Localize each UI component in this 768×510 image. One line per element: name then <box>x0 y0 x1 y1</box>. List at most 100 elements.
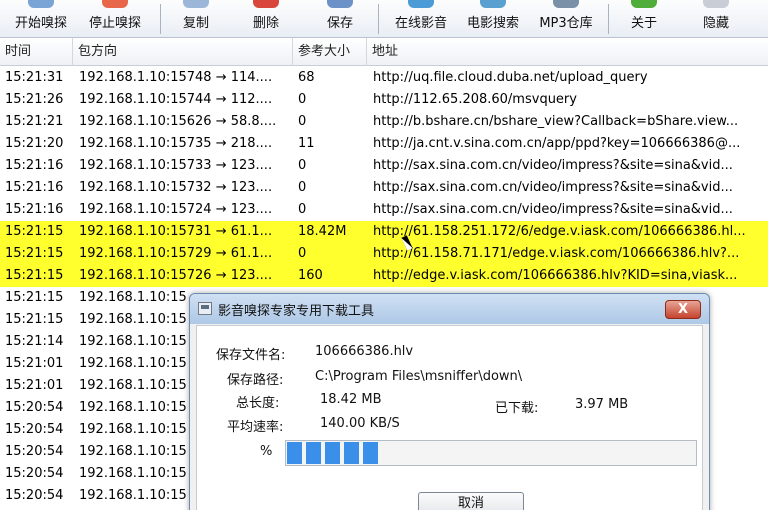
cell-size: 68 <box>298 70 315 85</box>
file-name-label: 保存文件名: <box>216 348 286 363</box>
cancel-button[interactable]: 取消 <box>418 492 524 510</box>
mp3-store-icon <box>553 0 579 8</box>
cell-address: http://sax.sina.com.cn/video/impress?&si… <box>373 158 733 173</box>
close-button[interactable]: X <box>665 300 701 319</box>
delete-button[interactable]: 删除 <box>240 0 292 38</box>
column-header-time[interactable]: 时间 <box>0 38 73 66</box>
about-button[interactable]: 关于 <box>618 0 670 38</box>
cell-time: 15:21:20 <box>5 136 64 151</box>
cell-time: 15:21:21 <box>5 114 64 129</box>
cell-time: 15:21:16 <box>5 180 64 195</box>
start-sniff-icon <box>28 0 54 8</box>
cell-direction: 192.168.1.10:15732 → 123.... <box>79 180 273 195</box>
dialog-title: 影音嗅探专家专用下载工具 <box>218 304 375 319</box>
column-header-direction[interactable]: 包方向 <box>73 38 293 66</box>
percent-label: % <box>260 444 273 459</box>
cell-direction: 192.168.1.10:15731 → 61.1... <box>79 224 273 239</box>
cell-address: http://61.158.71.171/edge.v.iask.com/106… <box>373 246 740 261</box>
cell-direction: 192.168.1.10:15735 → 218.... <box>79 136 273 151</box>
table-row[interactable]: 15:21:20 192.168.1.10:15735 → 218.... 11 ht… <box>0 133 768 155</box>
save-icon <box>327 0 353 8</box>
cell-direction: 192.168.1.10:15626 → 58.8.... <box>79 114 277 129</box>
cell-size: 0 <box>298 246 307 261</box>
cell-direction: 192.168.1.10:15724 → 123.... <box>79 202 273 217</box>
cell-address: http://112.65.208.60/msvquery <box>373 92 577 107</box>
cell-address: http://b.bshare.cn/bshare_view?Callback=… <box>373 114 739 129</box>
cell-time: 15:21:14 <box>5 334 64 349</box>
movie-search-button[interactable]: 电影搜索 <box>458 0 528 38</box>
average-speed-label: 平均速率: <box>227 420 284 435</box>
stop-sniff-button[interactable]: 停止嗅探 <box>80 0 150 38</box>
cell-direction: 192.168.1.10:15726 → 123.... <box>79 268 273 283</box>
cell-time: 15:21:15 <box>5 290 64 305</box>
packet-list-header: 时间 包方向 参考大小 地址 <box>0 38 768 66</box>
table-row[interactable]: 15:21:15 192.168.1.10:15729 → 61.1... 0 htt… <box>0 243 768 265</box>
cell-direction: 192.168.1.10:15744 → 112.... <box>79 92 273 107</box>
table-row[interactable]: 15:21:26 192.168.1.10:15744 → 112.... 0 htt… <box>0 89 768 111</box>
cell-size: 160 <box>298 268 323 283</box>
cell-time: 15:20:54 <box>5 422 64 437</box>
file-name-value: 106666386.hlv <box>315 344 414 359</box>
cell-time: 15:21:31 <box>5 70 64 85</box>
cell-time: 15:21:16 <box>5 158 64 173</box>
cell-time: 15:20:54 <box>5 466 64 481</box>
cell-time: 15:21:15 <box>5 246 64 261</box>
column-header-size[interactable]: 参考大小 <box>293 38 367 66</box>
toolbar-separator <box>160 4 161 34</box>
about-icon <box>631 0 657 8</box>
cell-address: http://61.158.251.172/6/edge.v.iask.com/… <box>373 224 746 239</box>
table-row[interactable]: 15:21:16 192.168.1.10:15733 → 123.... 0 htt… <box>0 155 768 177</box>
dialog-title-bar[interactable]: 影音嗅探专家专用下载工具 X <box>190 294 709 324</box>
downloaded-label: 已下载: <box>495 401 539 416</box>
movie-search-icon <box>480 0 506 8</box>
cell-address: http://sax.sina.com.cn/video/impress?&si… <box>373 202 733 217</box>
cell-address: http://uq.file.cloud.duba.net/upload_que… <box>373 70 648 85</box>
toolbar: 开始嗅探 停止嗅探 复制 删除 保存 在线影音 电影搜索 MP3仓库 关于 隐藏 <box>0 0 768 38</box>
table-row[interactable]: 15:21:16 192.168.1.10:15732 → 123.... 0 htt… <box>0 177 768 199</box>
hide-icon <box>703 0 729 8</box>
cell-address: http://sax.sina.com.cn/video/impress?&si… <box>373 180 733 195</box>
column-header-address[interactable]: 地址 <box>367 38 768 66</box>
downloaded-value: 3.97 MB <box>575 397 629 412</box>
hide-button[interactable]: 隐藏 <box>690 0 742 38</box>
toolbar-separator <box>608 4 609 34</box>
cell-direction: 192.168.1.10:15748 → 114.... <box>79 70 273 85</box>
cell-address: http://edge.v.iask.com/106666386.hlv?KID… <box>373 268 738 283</box>
copy-icon <box>183 0 209 8</box>
total-size-value: 18.42 MB <box>320 392 382 407</box>
total-size-label: 总长度: <box>236 396 280 411</box>
mp3-store-button[interactable]: MP3仓库 <box>530 0 602 38</box>
save-button[interactable]: 保存 <box>314 0 366 38</box>
start-sniff-button[interactable]: 开始嗅探 <box>6 0 76 38</box>
copy-button[interactable]: 复制 <box>170 0 222 38</box>
cell-size: 0 <box>298 92 307 107</box>
table-row[interactable]: 15:21:16 192.168.1.10:15724 → 123.... 0 htt… <box>0 199 768 221</box>
online-media-button[interactable]: 在线影音 <box>386 0 456 38</box>
cell-time: 15:21:01 <box>5 356 64 371</box>
toolbar-separator <box>378 4 379 34</box>
cell-size: 18.42M <box>298 224 347 239</box>
cell-time: 15:21:16 <box>5 202 64 217</box>
dialog-body: 保存文件名: 106666386.hlv 保存路径: C:\Program Fi… <box>196 325 703 510</box>
table-row[interactable]: 15:21:15 192.168.1.10:15731 → 61.1... 18.4… <box>0 221 768 243</box>
table-row[interactable]: 15:21:15 192.168.1.10:15726 → 123.... 160 h… <box>0 265 768 287</box>
cell-time: 15:20:54 <box>5 488 64 503</box>
cell-size: 0 <box>298 180 307 195</box>
cell-time: 15:21:15 <box>5 224 64 239</box>
cell-size: 11 <box>298 136 315 151</box>
delete-icon <box>253 0 279 8</box>
table-row[interactable]: 15:21:31 192.168.1.10:15748 → 114.... 68 ht… <box>0 67 768 89</box>
download-dialog: 影音嗅探专家专用下载工具 X 保存文件名: 106666386.hlv 保存路径… <box>189 293 710 510</box>
cell-time: 15:21:26 <box>5 92 64 107</box>
cell-time: 15:21:15 <box>5 268 64 283</box>
cell-size: 0 <box>298 158 307 173</box>
cell-time: 15:20:54 <box>5 400 64 415</box>
cell-direction: 192.168.1.10:15729 → 61.1... <box>79 246 273 261</box>
cell-time: 15:21:15 <box>5 312 64 327</box>
cell-direction: 192.168.1.10:15733 → 123.... <box>79 158 273 173</box>
cell-size: 0 <box>298 114 307 129</box>
average-speed-value: 140.00 KB/S <box>320 416 400 431</box>
download-progress-fill <box>287 442 378 464</box>
table-row[interactable]: 15:21:21 192.168.1.10:15626 → 58.8.... 0 ht… <box>0 111 768 133</box>
online-media-icon <box>408 0 434 8</box>
